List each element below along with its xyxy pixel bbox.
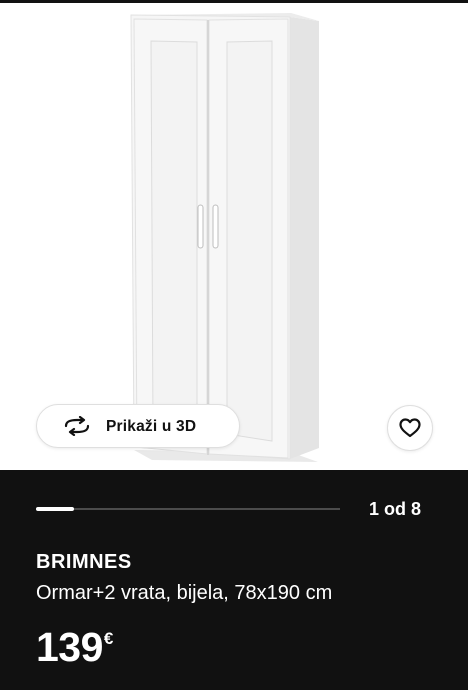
product-image-gallery[interactable]: Prikaži u 3D bbox=[0, 3, 468, 470]
image-carousel-progress-fill bbox=[36, 507, 74, 511]
rotate-3d-icon bbox=[64, 416, 90, 436]
product-name: BRIMNES bbox=[36, 551, 132, 573]
product-price: 139 € bbox=[36, 625, 113, 669]
wardrobe-image bbox=[130, 13, 319, 462]
price-amount: 139 bbox=[36, 624, 103, 670]
product-info-panel: 1 od 8 BRIMNES Ormar+2 vrata, bijela, 78… bbox=[0, 470, 468, 690]
view-in-3d-button[interactable]: Prikaži u 3D bbox=[36, 404, 240, 448]
image-counter: 1 od 8 bbox=[368, 499, 421, 519]
heart-icon bbox=[399, 418, 421, 438]
add-to-favorites-button[interactable] bbox=[387, 405, 433, 451]
view-in-3d-label: Prikaži u 3D bbox=[106, 418, 197, 435]
image-carousel-progress bbox=[36, 507, 340, 511]
product-description: Ormar+2 vrata, bijela, 78x190 cm bbox=[36, 582, 333, 604]
price-currency: € bbox=[103, 629, 114, 648]
